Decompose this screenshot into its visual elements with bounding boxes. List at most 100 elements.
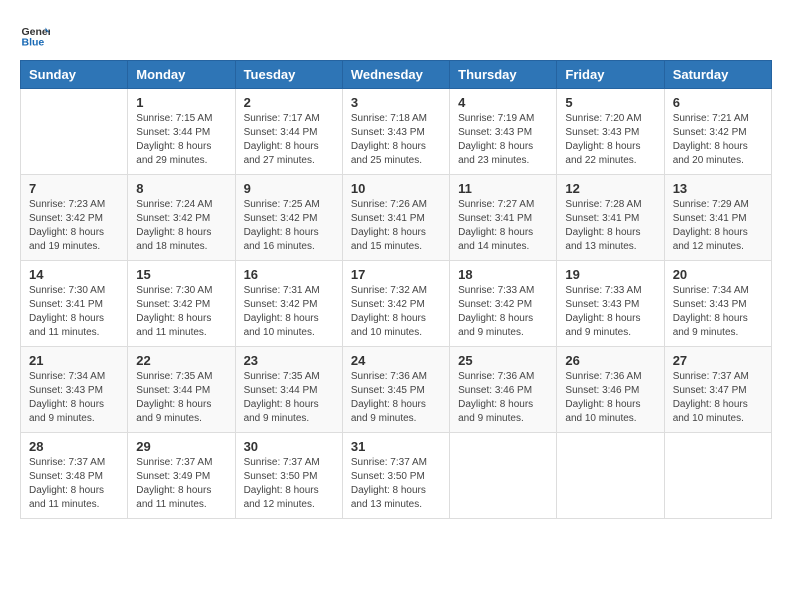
day-number: 20 — [673, 267, 763, 282]
calendar-header-row: SundayMondayTuesdayWednesdayThursdayFrid… — [21, 61, 772, 89]
calendar-cell: 2 Sunrise: 7:17 AMSunset: 3:44 PMDayligh… — [235, 89, 342, 175]
header: General Blue — [20, 20, 772, 50]
calendar-cell: 12 Sunrise: 7:28 AMSunset: 3:41 PMDaylig… — [557, 175, 664, 261]
day-number: 6 — [673, 95, 763, 110]
day-number: 30 — [244, 439, 334, 454]
day-number: 7 — [29, 181, 119, 196]
day-info: Sunrise: 7:37 AMSunset: 3:50 PMDaylight:… — [351, 456, 441, 512]
day-info: Sunrise: 7:36 AMSunset: 3:46 PMDaylight:… — [458, 370, 548, 426]
day-info: Sunrise: 7:37 AMSunset: 3:49 PMDaylight:… — [136, 456, 226, 512]
calendar-cell: 21 Sunrise: 7:34 AMSunset: 3:43 PMDaylig… — [21, 347, 128, 433]
day-number: 27 — [673, 353, 763, 368]
day-number: 2 — [244, 95, 334, 110]
day-info: Sunrise: 7:29 AMSunset: 3:41 PMDaylight:… — [673, 198, 763, 254]
day-info: Sunrise: 7:30 AMSunset: 3:41 PMDaylight:… — [29, 284, 119, 340]
day-number: 19 — [565, 267, 655, 282]
day-info: Sunrise: 7:37 AMSunset: 3:50 PMDaylight:… — [244, 456, 334, 512]
calendar-cell — [21, 89, 128, 175]
calendar-cell: 30 Sunrise: 7:37 AMSunset: 3:50 PMDaylig… — [235, 433, 342, 519]
day-info: Sunrise: 7:19 AMSunset: 3:43 PMDaylight:… — [458, 112, 548, 168]
col-header-thursday: Thursday — [450, 61, 557, 89]
day-info: Sunrise: 7:21 AMSunset: 3:42 PMDaylight:… — [673, 112, 763, 168]
day-info: Sunrise: 7:36 AMSunset: 3:46 PMDaylight:… — [565, 370, 655, 426]
calendar-cell: 10 Sunrise: 7:26 AMSunset: 3:41 PMDaylig… — [342, 175, 449, 261]
day-number: 3 — [351, 95, 441, 110]
day-info: Sunrise: 7:30 AMSunset: 3:42 PMDaylight:… — [136, 284, 226, 340]
calendar-cell: 11 Sunrise: 7:27 AMSunset: 3:41 PMDaylig… — [450, 175, 557, 261]
calendar-cell: 28 Sunrise: 7:37 AMSunset: 3:48 PMDaylig… — [21, 433, 128, 519]
day-number: 5 — [565, 95, 655, 110]
day-info: Sunrise: 7:17 AMSunset: 3:44 PMDaylight:… — [244, 112, 334, 168]
day-info: Sunrise: 7:31 AMSunset: 3:42 PMDaylight:… — [244, 284, 334, 340]
day-number: 12 — [565, 181, 655, 196]
day-info: Sunrise: 7:26 AMSunset: 3:41 PMDaylight:… — [351, 198, 441, 254]
day-number: 10 — [351, 181, 441, 196]
day-info: Sunrise: 7:37 AMSunset: 3:47 PMDaylight:… — [673, 370, 763, 426]
day-number: 11 — [458, 181, 548, 196]
calendar-week-row: 21 Sunrise: 7:34 AMSunset: 3:43 PMDaylig… — [21, 347, 772, 433]
calendar-cell — [664, 433, 771, 519]
logo-icon: General Blue — [20, 20, 50, 50]
calendar-cell: 27 Sunrise: 7:37 AMSunset: 3:47 PMDaylig… — [664, 347, 771, 433]
col-header-wednesday: Wednesday — [342, 61, 449, 89]
day-info: Sunrise: 7:24 AMSunset: 3:42 PMDaylight:… — [136, 198, 226, 254]
day-info: Sunrise: 7:20 AMSunset: 3:43 PMDaylight:… — [565, 112, 655, 168]
calendar-cell: 4 Sunrise: 7:19 AMSunset: 3:43 PMDayligh… — [450, 89, 557, 175]
day-number: 13 — [673, 181, 763, 196]
calendar-cell: 26 Sunrise: 7:36 AMSunset: 3:46 PMDaylig… — [557, 347, 664, 433]
day-info: Sunrise: 7:33 AMSunset: 3:42 PMDaylight:… — [458, 284, 548, 340]
day-info: Sunrise: 7:27 AMSunset: 3:41 PMDaylight:… — [458, 198, 548, 254]
day-info: Sunrise: 7:34 AMSunset: 3:43 PMDaylight:… — [673, 284, 763, 340]
day-number: 25 — [458, 353, 548, 368]
calendar-week-row: 7 Sunrise: 7:23 AMSunset: 3:42 PMDayligh… — [21, 175, 772, 261]
calendar-cell: 8 Sunrise: 7:24 AMSunset: 3:42 PMDayligh… — [128, 175, 235, 261]
calendar-cell: 20 Sunrise: 7:34 AMSunset: 3:43 PMDaylig… — [664, 261, 771, 347]
logo: General Blue — [20, 20, 54, 50]
day-info: Sunrise: 7:35 AMSunset: 3:44 PMDaylight:… — [244, 370, 334, 426]
calendar-cell: 3 Sunrise: 7:18 AMSunset: 3:43 PMDayligh… — [342, 89, 449, 175]
calendar-cell: 9 Sunrise: 7:25 AMSunset: 3:42 PMDayligh… — [235, 175, 342, 261]
day-number: 26 — [565, 353, 655, 368]
calendar-cell: 1 Sunrise: 7:15 AMSunset: 3:44 PMDayligh… — [128, 89, 235, 175]
day-info: Sunrise: 7:33 AMSunset: 3:43 PMDaylight:… — [565, 284, 655, 340]
calendar-cell: 5 Sunrise: 7:20 AMSunset: 3:43 PMDayligh… — [557, 89, 664, 175]
calendar-cell: 14 Sunrise: 7:30 AMSunset: 3:41 PMDaylig… — [21, 261, 128, 347]
calendar-cell: 6 Sunrise: 7:21 AMSunset: 3:42 PMDayligh… — [664, 89, 771, 175]
calendar-cell — [557, 433, 664, 519]
calendar-cell: 15 Sunrise: 7:30 AMSunset: 3:42 PMDaylig… — [128, 261, 235, 347]
day-info: Sunrise: 7:34 AMSunset: 3:43 PMDaylight:… — [29, 370, 119, 426]
day-number: 16 — [244, 267, 334, 282]
calendar-cell: 22 Sunrise: 7:35 AMSunset: 3:44 PMDaylig… — [128, 347, 235, 433]
day-number: 18 — [458, 267, 548, 282]
day-number: 31 — [351, 439, 441, 454]
day-info: Sunrise: 7:25 AMSunset: 3:42 PMDaylight:… — [244, 198, 334, 254]
calendar-cell: 18 Sunrise: 7:33 AMSunset: 3:42 PMDaylig… — [450, 261, 557, 347]
day-info: Sunrise: 7:32 AMSunset: 3:42 PMDaylight:… — [351, 284, 441, 340]
calendar-cell: 19 Sunrise: 7:33 AMSunset: 3:43 PMDaylig… — [557, 261, 664, 347]
day-info: Sunrise: 7:35 AMSunset: 3:44 PMDaylight:… — [136, 370, 226, 426]
calendar-cell: 25 Sunrise: 7:36 AMSunset: 3:46 PMDaylig… — [450, 347, 557, 433]
day-number: 22 — [136, 353, 226, 368]
day-number: 15 — [136, 267, 226, 282]
calendar-cell: 24 Sunrise: 7:36 AMSunset: 3:45 PMDaylig… — [342, 347, 449, 433]
svg-text:Blue: Blue — [22, 37, 45, 49]
calendar-cell — [450, 433, 557, 519]
day-number: 8 — [136, 181, 226, 196]
calendar-cell: 31 Sunrise: 7:37 AMSunset: 3:50 PMDaylig… — [342, 433, 449, 519]
col-header-friday: Friday — [557, 61, 664, 89]
calendar-week-row: 14 Sunrise: 7:30 AMSunset: 3:41 PMDaylig… — [21, 261, 772, 347]
day-number: 29 — [136, 439, 226, 454]
day-info: Sunrise: 7:37 AMSunset: 3:48 PMDaylight:… — [29, 456, 119, 512]
day-number: 17 — [351, 267, 441, 282]
day-number: 14 — [29, 267, 119, 282]
day-number: 1 — [136, 95, 226, 110]
calendar-cell: 17 Sunrise: 7:32 AMSunset: 3:42 PMDaylig… — [342, 261, 449, 347]
day-info: Sunrise: 7:18 AMSunset: 3:43 PMDaylight:… — [351, 112, 441, 168]
day-number: 21 — [29, 353, 119, 368]
calendar: SundayMondayTuesdayWednesdayThursdayFrid… — [20, 60, 772, 519]
day-info: Sunrise: 7:15 AMSunset: 3:44 PMDaylight:… — [136, 112, 226, 168]
day-number: 23 — [244, 353, 334, 368]
col-header-tuesday: Tuesday — [235, 61, 342, 89]
calendar-week-row: 28 Sunrise: 7:37 AMSunset: 3:48 PMDaylig… — [21, 433, 772, 519]
day-number: 9 — [244, 181, 334, 196]
